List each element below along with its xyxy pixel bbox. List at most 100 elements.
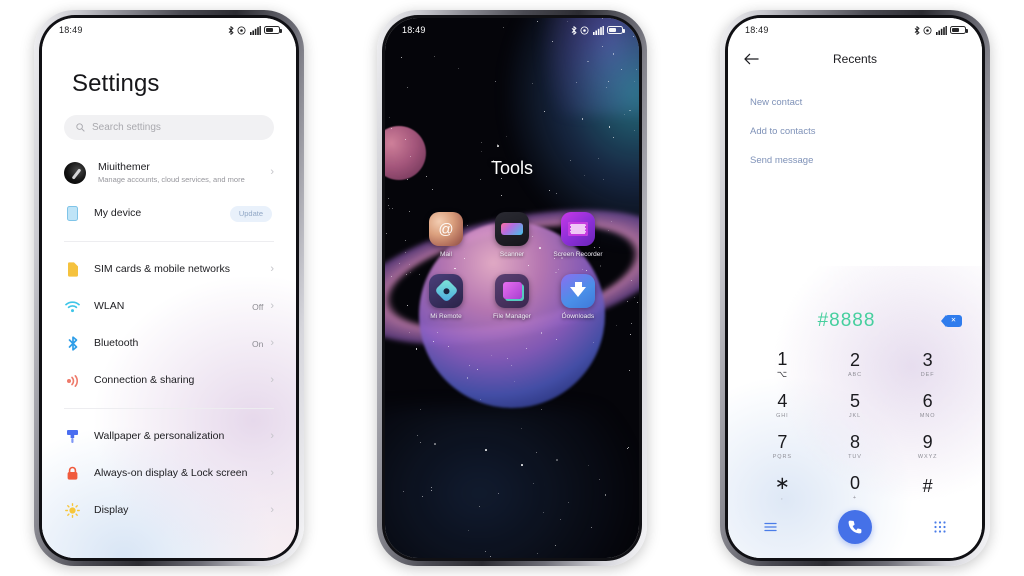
- home-screen: 18:49 Tools @ Mail Scanner Screen Record…: [385, 18, 639, 558]
- settings-item-wallpaper[interactable]: Wallpaper & personalization ›: [42, 418, 296, 455]
- bluetooth-icon: [914, 25, 920, 35]
- status-time: 18:49: [402, 25, 426, 35]
- app-mi-remote[interactable]: Mi Remote: [413, 273, 479, 322]
- battery-icon: [950, 25, 968, 35]
- settings-item-label: Connection & sharing: [94, 373, 195, 386]
- key-sub: JKL: [848, 413, 862, 419]
- action-send-message[interactable]: Send message: [750, 146, 960, 175]
- status-time: 18:49: [59, 25, 83, 35]
- call-icon[interactable]: [838, 510, 872, 544]
- phone-bezel: 18:49 Tools @ Mail Scanner Screen Record…: [382, 15, 642, 561]
- key-digit: 9: [922, 432, 933, 452]
- settings-item-sim-cards[interactable]: SIM cards & mobile networks ›: [42, 251, 296, 288]
- chevron-right-icon: ›: [270, 263, 274, 275]
- settings-item-label: Always-on display & Lock screen: [94, 466, 248, 479]
- settings-item-connection-sharing[interactable]: Connection & sharing ›: [42, 362, 296, 399]
- status-icons: [571, 25, 625, 35]
- keypad-icon[interactable]: [932, 521, 948, 533]
- dialpad-key-8[interactable]: 8 TUV: [819, 426, 892, 467]
- settings-item-label: Wallpaper & personalization: [94, 429, 225, 442]
- settings-item-bluetooth[interactable]: Bluetooth On ›: [42, 325, 296, 362]
- dialpad-key-9[interactable]: 9 WXYZ: [891, 426, 964, 467]
- settings-item-my-device[interactable]: My device Update: [42, 195, 296, 232]
- settings-content: Settings Search settings Miuithemer Mana…: [42, 18, 296, 558]
- device-icon: [64, 205, 81, 222]
- connection-sharing-icon: [64, 372, 81, 389]
- key-sub: DEF: [920, 372, 935, 378]
- page-title: Recents: [832, 52, 878, 66]
- chevron-right-icon: ›: [270, 337, 274, 349]
- settings-item-label: Display: [94, 503, 129, 516]
- key-sub: ⌥: [776, 368, 788, 379]
- dialpad-key-1[interactable]: 1 ⌥: [746, 344, 819, 385]
- settings-item-label: My device: [94, 206, 142, 219]
- action-new-contact[interactable]: New contact: [750, 88, 960, 117]
- settings-item-label: Bluetooth: [94, 336, 139, 349]
- update-badge[interactable]: Update: [229, 205, 272, 222]
- file-manager-icon: [495, 273, 529, 308]
- phone-dialer: 18:49 Recents New contact Add to contact…: [720, 10, 990, 566]
- wifi-icon: [64, 298, 81, 315]
- key-digit: ∗: [774, 473, 790, 493]
- downloads-icon: [561, 273, 595, 308]
- app-label: Scanner: [499, 251, 525, 259]
- mi-remote-icon: [429, 273, 463, 308]
- scanner-icon: [495, 212, 529, 247]
- back-arrow-icon[interactable]: [744, 53, 759, 65]
- action-add-to-contacts[interactable]: Add to contacts: [750, 117, 960, 146]
- settings-item-always-on-display[interactable]: Always-on display & Lock screen ›: [42, 455, 296, 492]
- app-mail[interactable]: @ Mail: [413, 212, 479, 260]
- lock-icon: [64, 465, 81, 482]
- app-downloads[interactable]: Downloads: [545, 273, 611, 322]
- app-file-manager[interactable]: File Manager: [479, 273, 545, 322]
- page-title: Settings: [72, 70, 160, 97]
- app-grid: @ Mail Scanner Screen Recorder Mi Remote…: [385, 212, 639, 321]
- dialpad-key-hash[interactable]: #: [891, 467, 964, 508]
- settings-item-label: SIM cards & mobile networks: [94, 262, 230, 275]
- dialer-actions: New contact Add to contacts Send message: [728, 76, 982, 175]
- alarm-icon: [580, 26, 589, 34]
- phone-bezel: 18:49 Recents New contact Add to contact…: [725, 15, 985, 561]
- key-digit: #: [922, 476, 933, 496]
- dialer-app: 18:49 Recents New contact Add to contact…: [728, 18, 982, 558]
- backspace-icon[interactable]: ✕: [941, 315, 962, 327]
- signal-icon: [935, 25, 947, 35]
- dialpad-key-0[interactable]: 0 +: [819, 467, 892, 508]
- app-scanner[interactable]: Scanner: [479, 212, 545, 260]
- account-row[interactable]: Miuithemer Manage accounts, cloud servic…: [42, 152, 296, 195]
- dialpad-key-4[interactable]: 4 GHI: [746, 385, 819, 426]
- dialpad-key-7[interactable]: 7 PQRS: [746, 426, 819, 467]
- dialed-number: #8888: [817, 310, 876, 331]
- search-input[interactable]: Search settings: [64, 115, 274, 140]
- phone-settings: 18:49 Settings Search settings Miuitheme…: [34, 10, 304, 566]
- dialpad-key-2[interactable]: 2 ABC: [819, 344, 892, 385]
- search-icon: [76, 123, 85, 132]
- bluetooth-icon: [228, 25, 234, 35]
- dialpad-key-6[interactable]: 6 MNO: [891, 385, 964, 426]
- menu-icon[interactable]: [762, 522, 778, 532]
- key-sub: TUV: [848, 454, 862, 460]
- key-digit: 8: [849, 432, 860, 452]
- number-entry-row: #8888 ✕: [728, 302, 982, 340]
- dialer-bottom-bar: [728, 508, 982, 558]
- dialpad-key-5[interactable]: 5 JKL: [819, 385, 892, 426]
- alarm-icon: [923, 26, 932, 34]
- phone-bezel: 18:49 Settings Search settings Miuitheme…: [39, 15, 299, 561]
- account-subtitle: Manage accounts, cloud services, and mor…: [98, 175, 245, 184]
- key-sub: PQRS: [772, 454, 792, 460]
- dialpad-key-3[interactable]: 3 DEF: [891, 344, 964, 385]
- key-digit: 1: [777, 348, 788, 369]
- chevron-right-icon: ›: [270, 430, 274, 442]
- status-icons: [914, 25, 968, 35]
- dialpad-key-star[interactable]: ∗,: [746, 467, 819, 508]
- phone-screen-home: 18:49 Tools @ Mail Scanner Screen Record…: [385, 18, 639, 558]
- status-bar: 18:49: [42, 18, 296, 42]
- phone-screen-dialer: 18:49 Recents New contact Add to contact…: [728, 18, 982, 558]
- app-screen-recorder[interactable]: Screen Recorder: [545, 212, 611, 260]
- key-digit: 3: [922, 350, 933, 370]
- settings-item-display[interactable]: Display ›: [42, 492, 296, 529]
- folder-title: Tools: [490, 158, 534, 179]
- settings-item-wlan[interactable]: WLAN Off ›: [42, 288, 296, 325]
- phone-screen-settings: 18:49 Settings Search settings Miuitheme…: [42, 18, 296, 558]
- battery-icon: [607, 25, 625, 35]
